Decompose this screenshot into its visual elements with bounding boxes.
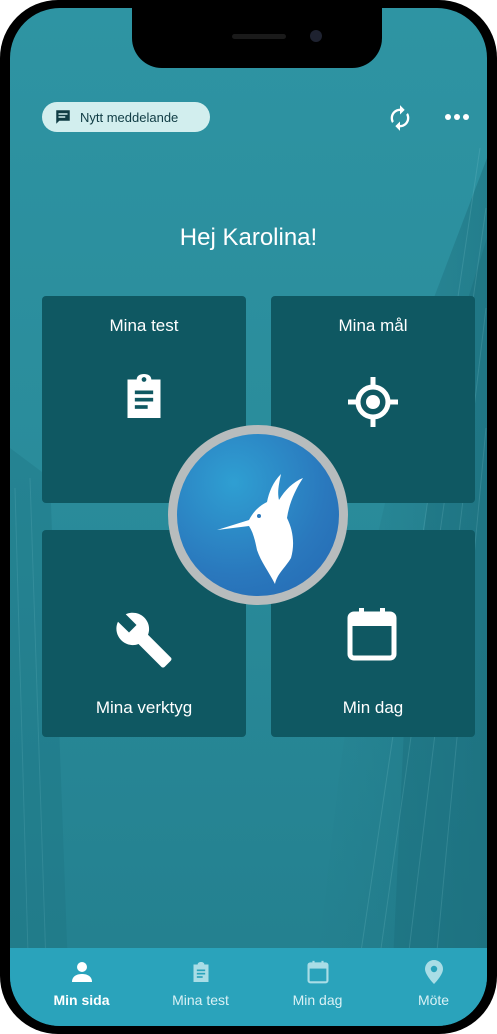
tile-label: Mina verktyg	[95, 698, 193, 717]
tab-label: Min sida	[53, 992, 110, 1008]
tab-min-dag[interactable]: Min dag	[258, 948, 377, 1026]
greeting-title: Hej Karolina!	[179, 224, 318, 251]
tab-label: Min dag	[292, 992, 343, 1008]
app-logo	[168, 425, 348, 605]
tile-label: Mina test	[109, 316, 179, 335]
clipboard-icon	[127, 374, 161, 418]
app-screen: Nytt meddelande Hej Karolina! Mina test	[10, 8, 487, 1026]
hummingbird-icon	[217, 474, 303, 584]
tile-label: Mina mål	[338, 316, 408, 335]
new-message-label: Nytt meddelande	[80, 109, 179, 125]
new-message-button[interactable]: Nytt meddelande	[42, 102, 210, 132]
target-icon	[348, 377, 398, 427]
clipboard-icon	[193, 962, 208, 982]
sync-icon[interactable]	[386, 104, 414, 132]
tile-label: Min dag	[342, 698, 404, 717]
chat-icon	[56, 110, 70, 124]
location-pin-icon	[424, 960, 443, 984]
wrench-icon	[116, 612, 172, 668]
front-camera	[310, 30, 322, 42]
tab-mina-test[interactable]: Mina test	[141, 948, 260, 1026]
tab-label: Möte	[417, 992, 450, 1008]
tab-min-sida[interactable]: Min sida	[22, 948, 141, 1026]
bottom-tab-bar: Min sida Mina test Min dag Möte	[10, 948, 487, 1026]
device-notch	[132, 8, 382, 68]
phone-frame: Nytt meddelande Hej Karolina! Mina test	[0, 0, 497, 1034]
speaker-grille	[232, 34, 286, 39]
calendar-icon	[307, 960, 328, 984]
tab-mote[interactable]: Möte	[374, 948, 487, 1026]
person-icon	[71, 962, 92, 982]
more-horizontal-icon[interactable]	[442, 106, 472, 128]
calendar-icon	[347, 608, 397, 661]
tab-label: Mina test	[172, 992, 229, 1008]
logo-circle	[177, 434, 339, 596]
